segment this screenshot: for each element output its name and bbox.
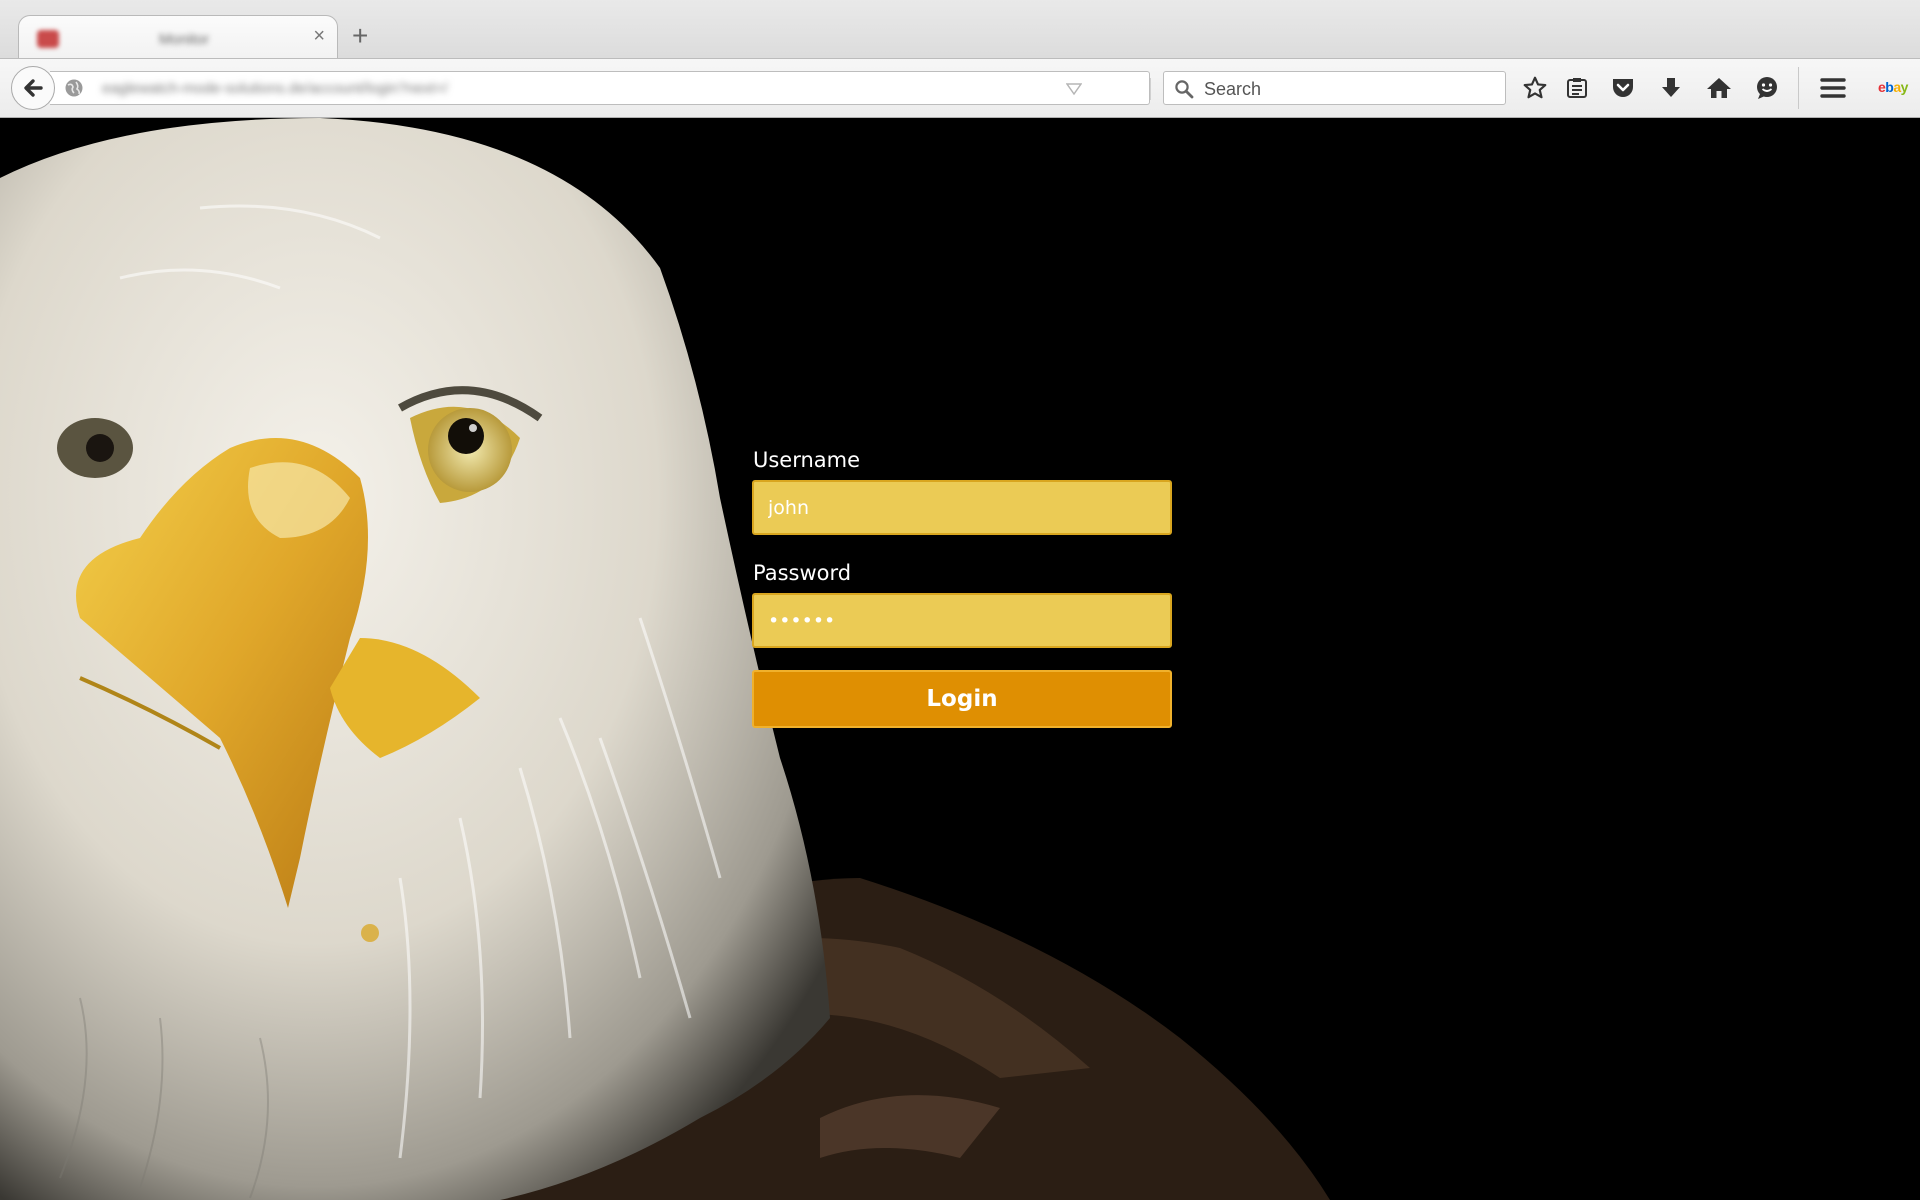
address-bar-divider <box>1150 78 1151 100</box>
navigation-toolbar: eaglewatch-mode-solutions.de/account/log… <box>0 58 1920 118</box>
reading-list-icon[interactable] <box>1562 73 1592 103</box>
pocket-icon[interactable] <box>1608 73 1638 103</box>
tab-strip: Monitor × + <box>0 0 1920 59</box>
bookmark-star-icon[interactable] <box>1520 73 1550 103</box>
username-label: Username <box>753 448 861 472</box>
password-label: Password <box>753 561 852 585</box>
ebay-logo[interactable]: ebay <box>1878 79 1908 95</box>
toolbar-divider <box>1798 67 1799 109</box>
new-tab-button[interactable]: + <box>352 22 368 50</box>
password-input[interactable] <box>752 593 1172 648</box>
username-input[interactable] <box>752 480 1172 535</box>
hello-chat-icon[interactable] <box>1752 73 1782 103</box>
history-dropdown-icon[interactable] <box>1065 82 1083 101</box>
login-page: Username Password Login <box>0 118 1920 1200</box>
hamburger-menu-icon[interactable] <box>1818 73 1848 103</box>
search-input[interactable] <box>1202 72 1496 106</box>
back-button[interactable] <box>11 66 55 110</box>
home-icon[interactable] <box>1704 73 1734 103</box>
login-button[interactable]: Login <box>752 670 1172 728</box>
download-icon[interactable] <box>1656 73 1686 103</box>
url-text[interactable]: eaglewatch-mode-solutions.de/account/log… <box>102 80 448 97</box>
ebay-logo-letter: a <box>1893 79 1901 95</box>
search-icon <box>1174 79 1194 104</box>
favicon-icon <box>37 30 59 48</box>
address-bar[interactable]: eaglewatch-mode-solutions.de/account/log… <box>50 71 1183 105</box>
back-arrow-icon <box>24 79 43 97</box>
close-tab-icon[interactable]: × <box>313 26 325 46</box>
login-form: Username Password Login <box>752 448 1172 728</box>
browser-tab[interactable]: Monitor × <box>18 15 338 59</box>
ebay-logo-letter: y <box>1900 79 1909 95</box>
tab-title: Monitor <box>159 31 210 48</box>
search-bar[interactable] <box>1163 71 1506 106</box>
globe-icon <box>64 78 84 103</box>
